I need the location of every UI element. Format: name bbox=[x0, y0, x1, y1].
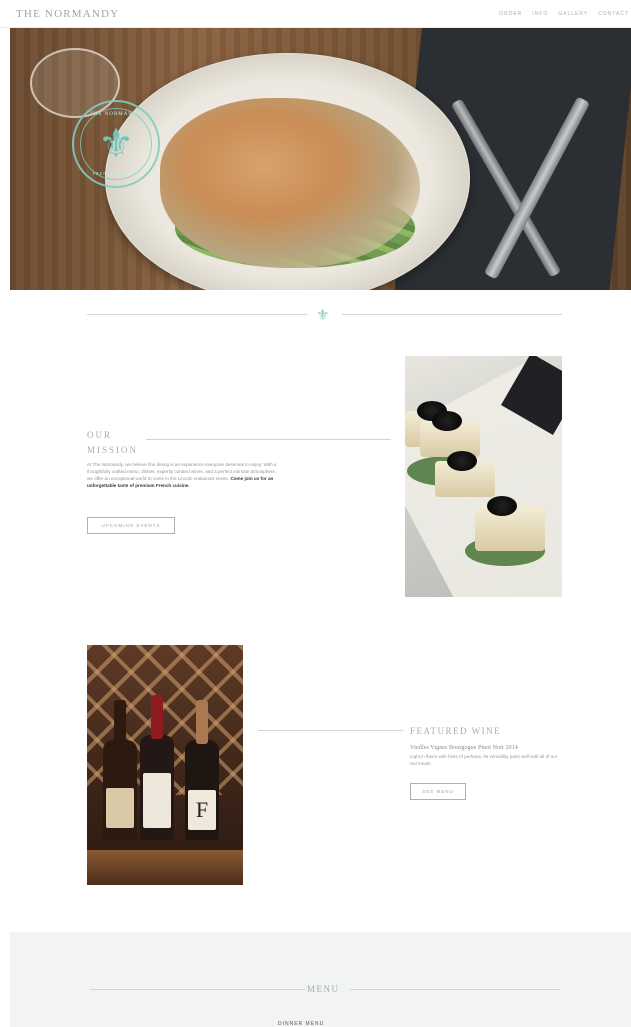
restaurant-seal: THE NORMANDY ⚜ FRENCH CUISINE bbox=[72, 100, 160, 188]
wine-tray bbox=[87, 850, 243, 885]
divider-line-left bbox=[87, 314, 307, 315]
mission-body: At The Normandy, we believe fine dining … bbox=[87, 461, 277, 489]
mission-rule bbox=[146, 439, 391, 440]
site-header: THE NORMANDY ORDER INFO GALLERY CONTACT bbox=[0, 0, 631, 28]
divider-line-right bbox=[342, 314, 562, 315]
caviar-bite bbox=[435, 451, 495, 497]
menu-line-left bbox=[90, 989, 305, 990]
bottle-label: F bbox=[188, 790, 216, 830]
wine-name: Vieilles Vignes Bourgogne Pinot Noir 201… bbox=[410, 744, 518, 751]
wine-photo: F bbox=[87, 645, 243, 885]
see-menu-button[interactable]: SEE MENU bbox=[410, 783, 466, 800]
mission-heading-line2: MISSION bbox=[87, 445, 139, 455]
nav-info[interactable]: INFO bbox=[532, 11, 548, 17]
wine-description: Light in flavor with hints of perfume, i… bbox=[410, 754, 558, 766]
seal-bottom-text: FRENCH CUISINE bbox=[92, 171, 140, 176]
wine-bottle bbox=[103, 700, 137, 840]
nav-contact[interactable]: CONTACT bbox=[598, 11, 629, 17]
fleur-de-lis-icon: ⚜ bbox=[316, 306, 330, 324]
wine-bottle: F bbox=[185, 700, 219, 840]
nav-order[interactable]: ORDER bbox=[499, 11, 522, 17]
section-divider: ⚜ bbox=[87, 306, 562, 324]
brand-logo[interactable]: THE NORMANDY bbox=[16, 8, 119, 20]
caviar-photo bbox=[405, 356, 562, 597]
wine-bottle bbox=[140, 695, 174, 840]
menu-section: MENU DINNER MENU bbox=[10, 932, 631, 1027]
menu-heading: MENU bbox=[307, 984, 340, 994]
caviar-bite bbox=[475, 496, 545, 551]
wine-rule bbox=[258, 730, 403, 731]
nav-gallery[interactable]: GALLERY bbox=[558, 11, 588, 17]
fleur-de-lis-icon: ⚜ bbox=[98, 121, 134, 167]
mission-heading-line1: OUR bbox=[87, 430, 113, 440]
mission-heading: OUR MISSION bbox=[87, 428, 138, 458]
menu-line-right bbox=[350, 989, 560, 990]
hero-image: THE NORMANDY ⚜ FRENCH CUISINE bbox=[10, 28, 631, 290]
main-nav: ORDER INFO GALLERY CONTACT bbox=[499, 11, 629, 17]
seal-top-text: THE NORMANDY bbox=[89, 112, 143, 117]
featured-wine-heading: FEATURED WINE bbox=[410, 726, 502, 736]
upcoming-events-button[interactable]: UPCOMING EVENTS bbox=[87, 517, 175, 534]
dinner-menu-link[interactable]: DINNER MENU bbox=[278, 1021, 324, 1027]
caviar-bite bbox=[420, 411, 480, 457]
